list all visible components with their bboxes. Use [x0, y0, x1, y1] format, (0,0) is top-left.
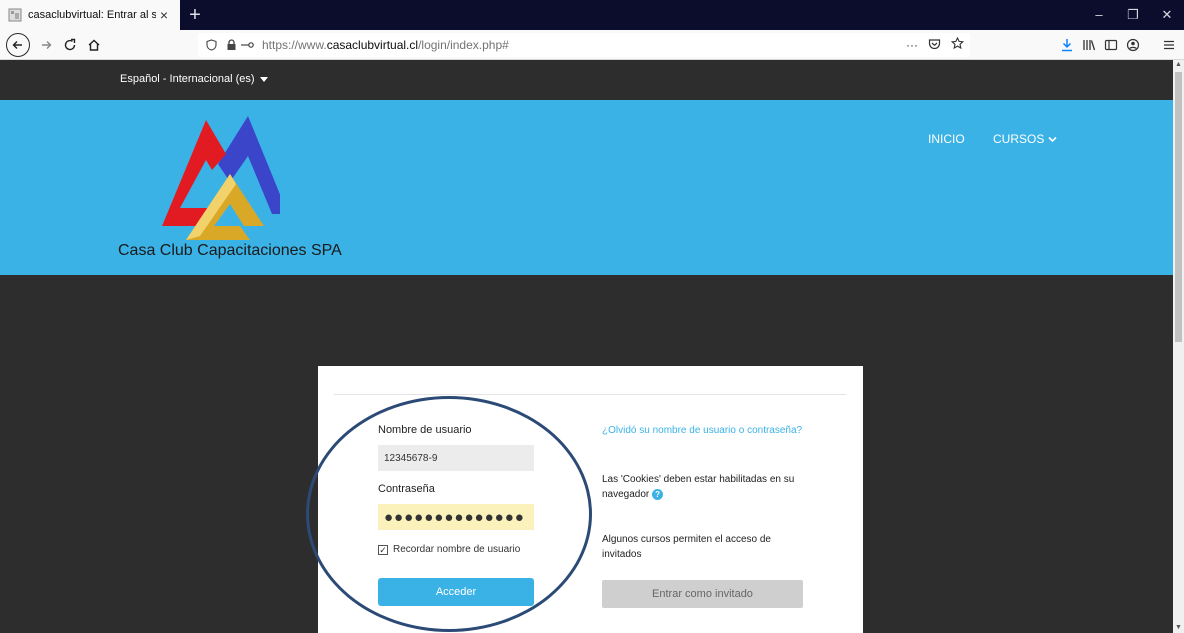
password-label: Contraseña	[378, 483, 435, 495]
guest-login-button[interactable]: Entrar como invitado	[602, 580, 803, 608]
login-panel: Nombre de usuario 12345678-9 Contraseña …	[318, 366, 863, 633]
reload-icon	[64, 38, 76, 51]
nav-home-label: INICIO	[928, 132, 965, 146]
restore-window-button[interactable]: ❐	[1116, 0, 1150, 30]
page-favicon-icon	[8, 8, 22, 22]
home-button[interactable]	[86, 33, 102, 57]
remember-label: Recordar nombre de usuario	[393, 544, 521, 555]
scrollbar-thumb[interactable]	[1175, 72, 1182, 342]
pocket-icon[interactable]	[928, 38, 941, 53]
library-icon[interactable]	[1080, 36, 1098, 54]
lock-icon[interactable]	[224, 38, 238, 52]
minimize-window-button[interactable]: –	[1082, 0, 1116, 30]
caret-down-icon	[259, 76, 268, 82]
site-header: Casa Club Capacitaciones SPA INICIO CURS…	[0, 100, 1173, 275]
chevron-down-icon	[1048, 136, 1057, 142]
forgot-credentials-link[interactable]: ¿Olvidó su nombre de usuario o contraseñ…	[602, 425, 802, 436]
forgot-credentials-block: ¿Olvidó su nombre de usuario o contraseñ…	[602, 423, 822, 438]
guest-notice: Algunos cursos permiten el acceso de inv…	[602, 532, 802, 562]
forward-button[interactable]	[38, 33, 54, 57]
url-text[interactable]: https://www.casaclubvirtual.cl/login/ind…	[262, 38, 509, 52]
bookmark-star-icon[interactable]	[950, 36, 965, 53]
account-icon[interactable]	[1124, 36, 1142, 54]
username-input[interactable]: 12345678-9	[378, 445, 534, 471]
language-label: Español - Internacional (es)	[120, 73, 255, 85]
site-logo[interactable]	[160, 114, 280, 240]
guest-text: Algunos cursos permiten el acceso de inv…	[602, 534, 771, 560]
url-path: /login/index.php#	[418, 38, 509, 52]
back-arrow-icon	[12, 41, 22, 49]
address-bar[interactable]: https://www.casaclubvirtual.cl/login/ind…	[198, 33, 970, 57]
username-label: Nombre de usuario	[378, 424, 472, 436]
nav-courses-dropdown[interactable]: CURSOS	[993, 132, 1057, 146]
checkbox-checked-icon[interactable]: ✓	[378, 544, 388, 555]
nav-courses-label: CURSOS	[993, 132, 1045, 146]
site-name[interactable]: Casa Club Capacitaciones SPA	[118, 242, 342, 260]
scroll-up-icon[interactable]: ▲	[1173, 60, 1184, 70]
menu-hamburger-icon[interactable]	[1160, 36, 1178, 54]
url-domain: casaclubvirtual.cl	[326, 38, 419, 52]
browser-tab-bar: casaclubvirtual: Entrar al sitio × + – ❐…	[0, 0, 1184, 30]
password-input[interactable]: ●●●●●●●●●●●●●●	[378, 504, 534, 530]
page-content: Español - Internacional (es) Casa Club C…	[0, 60, 1173, 633]
close-window-button[interactable]: ✕	[1150, 0, 1184, 30]
key-icon[interactable]	[240, 38, 254, 52]
login-button[interactable]: Acceder	[378, 578, 534, 606]
page-actions-icon[interactable]: ···	[906, 38, 918, 52]
cookies-text: Las 'Cookies' deben estar habilitadas en…	[602, 474, 795, 500]
shield-icon[interactable]	[204, 38, 218, 52]
reload-button[interactable]	[62, 33, 78, 57]
cookies-notice: Las 'Cookies' deben estar habilitadas en…	[602, 472, 812, 502]
remember-username-checkbox[interactable]: ✓ Recordar nombre de usuario	[378, 544, 520, 555]
new-tab-button[interactable]: +	[184, 3, 206, 27]
close-tab-icon[interactable]: ×	[156, 7, 172, 23]
help-icon[interactable]: ?	[652, 488, 664, 500]
download-icon[interactable]	[1058, 36, 1076, 54]
language-bar: Español - Internacional (es)	[0, 60, 1173, 100]
tab-title: casaclubvirtual: Entrar al sitio	[28, 9, 156, 21]
forward-arrow-icon	[42, 41, 52, 49]
back-button[interactable]	[6, 33, 30, 57]
scroll-down-icon[interactable]: ▼	[1173, 623, 1184, 633]
url-prefix: https://www.	[262, 38, 327, 52]
sidebar-icon[interactable]	[1102, 36, 1120, 54]
browser-toolbar: https://www.casaclubvirtual.cl/login/ind…	[0, 30, 1184, 60]
home-icon	[88, 39, 100, 51]
nav-home-link[interactable]: INICIO	[928, 132, 965, 146]
page-scrollbar[interactable]: ▲ ▼	[1173, 60, 1184, 633]
divider	[334, 394, 846, 395]
language-selector[interactable]: Español - Internacional (es)	[120, 73, 268, 85]
browser-tab[interactable]: casaclubvirtual: Entrar al sitio ×	[0, 0, 180, 30]
